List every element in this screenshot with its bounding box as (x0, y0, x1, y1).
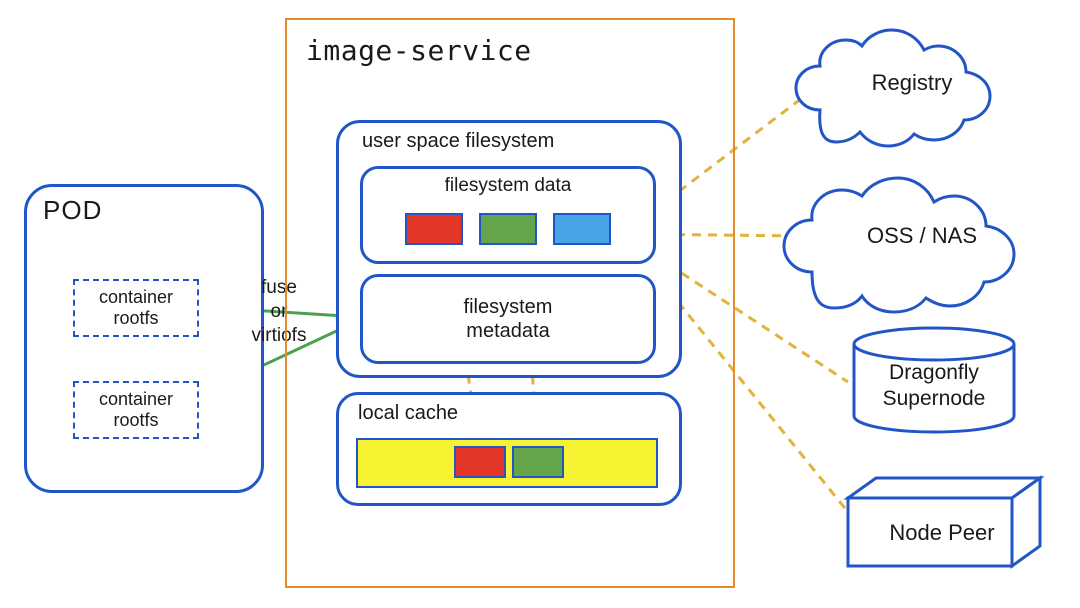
cache-block-green (512, 446, 564, 478)
image-service-title: image-service (306, 34, 532, 67)
container-rootfs-1-label: containerrootfs (99, 287, 173, 328)
filesystem-data-title: filesystem data (363, 175, 653, 197)
backend-registry: Registry (796, 30, 1028, 136)
backend-node-peer-label: Node Peer (860, 520, 1024, 546)
fsdata-block-red (405, 213, 463, 245)
fsdata-block-green (479, 213, 537, 245)
pod-title: POD (43, 195, 102, 226)
local-cache-bar (356, 438, 658, 488)
local-cache-title: local cache (358, 402, 458, 425)
backend-oss-nas: OSS / NAS (790, 172, 1054, 300)
container-rootfs-1: containerrootfs (73, 279, 199, 337)
backend-dragonfly-label: DragonflySupernode (866, 360, 1002, 413)
backend-oss-nas-label: OSS / NAS (867, 223, 977, 249)
fsdata-block-blue (553, 213, 611, 245)
filesystem-metadata-title: filesystemmetadata (464, 295, 553, 343)
filesystem-metadata-panel: filesystemmetadata (360, 274, 656, 364)
filesystem-data-panel: filesystem data (360, 166, 656, 264)
diagram-stage: POD containerrootfs containerrootfs fuse… (0, 0, 1080, 608)
user-space-filesystem-title: user space filesystem (362, 130, 554, 153)
pod-panel: POD containerrootfs containerrootfs (24, 184, 264, 493)
backend-registry-label: Registry (872, 70, 953, 96)
container-rootfs-2-label: containerrootfs (99, 389, 173, 430)
cache-block-red (454, 446, 506, 478)
filesystem-data-blocks (363, 213, 653, 245)
container-rootfs-2: containerrootfs (73, 381, 199, 439)
